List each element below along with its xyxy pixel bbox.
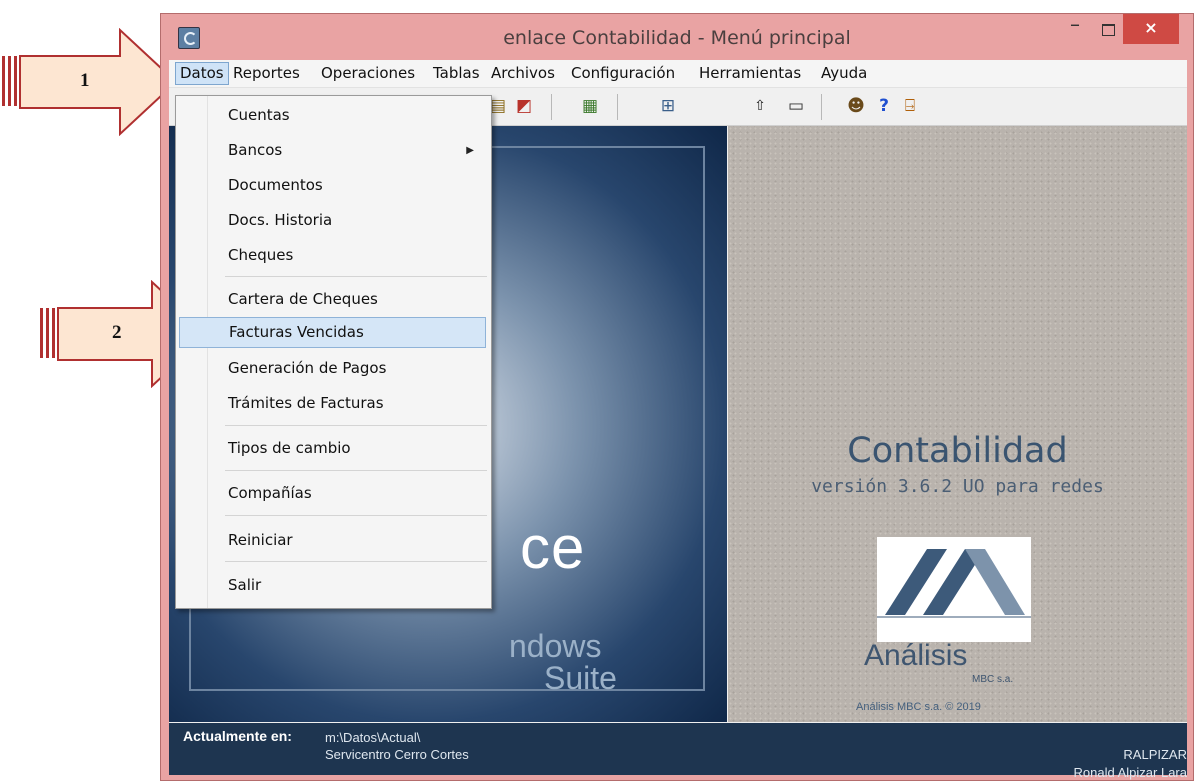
menu-item-label: Cartera de Cheques: [228, 290, 378, 308]
status-user-name: Ronald Alpizar Lara: [1073, 765, 1187, 780]
datos-dropdown-menu: Cuentas Bancos ▶ Documentos Docs. Histori…: [175, 95, 492, 609]
menu-item-label: Tipos de cambio: [228, 439, 351, 457]
submenu-arrow-icon: ▶: [466, 145, 474, 156]
network-icon[interactable]: ⊞: [657, 96, 679, 116]
company-logo: [877, 537, 1031, 642]
menu-item-generacion-de-pagos[interactable]: Generación de Pagos: [179, 353, 486, 384]
menu-item-tramites-de-facturas[interactable]: Trámites de Facturas: [179, 388, 486, 419]
menu-item-reiniciar[interactable]: Reiniciar: [179, 525, 486, 556]
status-label: Actualmente en:: [183, 728, 292, 744]
menu-bar: Datos Reportes Operaciones Tablas Archiv…: [169, 60, 1187, 88]
menu-item-facturas-vencidas[interactable]: Facturas Vencidas: [179, 317, 486, 348]
window-title: enlace Contabilidad - Menú principal: [503, 27, 851, 49]
menu-item-bancos[interactable]: Bancos ▶: [179, 135, 486, 166]
copyright-text: Análisis MBC s.a. © 2019: [856, 701, 981, 713]
menu-separator: [225, 425, 487, 426]
ledger-icon[interactable]: ▦: [579, 96, 601, 116]
status-user-id: RALPIZAR: [1123, 747, 1187, 762]
menu-item-label: Docs. Historia: [228, 211, 333, 229]
status-path: m:\Datos\Actual\: [325, 730, 421, 745]
callout-number: 1: [80, 70, 90, 91]
menu-item-companias[interactable]: Compañías: [179, 478, 486, 509]
logo-wordmark: Análisis: [864, 639, 968, 672]
menu-datos[interactable]: Datos: [175, 62, 229, 85]
splash-brand-text: ce: [520, 514, 586, 581]
product-version: versión 3.6.2 UO para redes: [811, 476, 1104, 497]
menu-item-documentos[interactable]: Documentos: [179, 170, 486, 201]
maximize-icon: [1101, 24, 1115, 36]
logo-mark-icon: [877, 549, 1031, 618]
menu-configuracion[interactable]: Configuración: [567, 63, 679, 84]
menu-ayuda[interactable]: Ayuda: [817, 63, 871, 84]
close-button[interactable]: ×: [1123, 14, 1179, 44]
up-arrow-icon[interactable]: ⇧: [749, 96, 771, 116]
menu-item-cartera-de-cheques[interactable]: Cartera de Cheques: [179, 284, 486, 315]
menu-reportes[interactable]: Reportes: [229, 63, 304, 84]
menu-item-label: Reiniciar: [228, 531, 293, 549]
menu-item-label: Cuentas: [228, 106, 290, 124]
exit-icon[interactable]: ⍈: [899, 96, 921, 116]
menu-item-label: Bancos: [228, 141, 283, 159]
menu-item-salir[interactable]: Salir: [179, 570, 486, 601]
toolbar-separator: [551, 94, 552, 120]
window-icon[interactable]: ▭: [785, 96, 807, 116]
menu-item-label: Facturas Vencidas: [229, 323, 364, 341]
callout-arrow-1: 1: [0, 28, 178, 136]
menu-archivos[interactable]: Archivos: [487, 63, 559, 84]
menu-item-label: Generación de Pagos: [228, 359, 387, 377]
menu-item-cuentas[interactable]: Cuentas: [179, 100, 486, 131]
maximize-button[interactable]: [1091, 14, 1125, 44]
product-panel: Contabilidad versión 3.6.2 UO para redes…: [728, 126, 1187, 722]
title-bar[interactable]: enlace Contabilidad - Menú principal – ×: [161, 14, 1193, 60]
toolbar-separator: [821, 94, 822, 120]
toolbar-separator: [617, 94, 618, 120]
menu-separator: [225, 276, 487, 277]
user-icon[interactable]: ☻: [845, 96, 867, 116]
menu-operaciones[interactable]: Operaciones: [317, 63, 419, 84]
status-company: Servicentro Cerro Cortes: [325, 747, 469, 762]
menu-item-tipos-de-cambio[interactable]: Tipos de cambio: [179, 433, 486, 464]
menu-separator: [225, 515, 487, 516]
menu-herramientas[interactable]: Herramientas: [695, 63, 805, 84]
menu-item-docs-historia[interactable]: Docs. Historia: [179, 205, 486, 236]
status-bar: Actualmente en: m:\Datos\Actual\ Service…: [169, 723, 1187, 780]
menu-item-label: Compañías: [228, 484, 312, 502]
minimize-button[interactable]: –: [1058, 14, 1092, 44]
callout-number: 2: [112, 322, 122, 343]
menu-item-label: Documentos: [228, 176, 323, 194]
menu-item-label: Cheques: [228, 246, 294, 264]
help-icon[interactable]: ?: [873, 96, 895, 116]
menu-separator: [225, 470, 487, 471]
splash-subtitle-2: Suite: [544, 660, 617, 696]
logo-subtitle: MBC s.a.: [972, 674, 1014, 685]
product-name: Contabilidad: [847, 431, 1068, 471]
menu-separator: [225, 561, 487, 562]
menu-tablas[interactable]: Tablas: [429, 63, 484, 84]
chart-icon[interactable]: ◩: [513, 96, 535, 116]
menu-item-label: Salir: [228, 576, 262, 594]
menu-item-cheques[interactable]: Cheques: [179, 240, 486, 271]
menu-item-label: Trámites de Facturas: [228, 394, 384, 412]
